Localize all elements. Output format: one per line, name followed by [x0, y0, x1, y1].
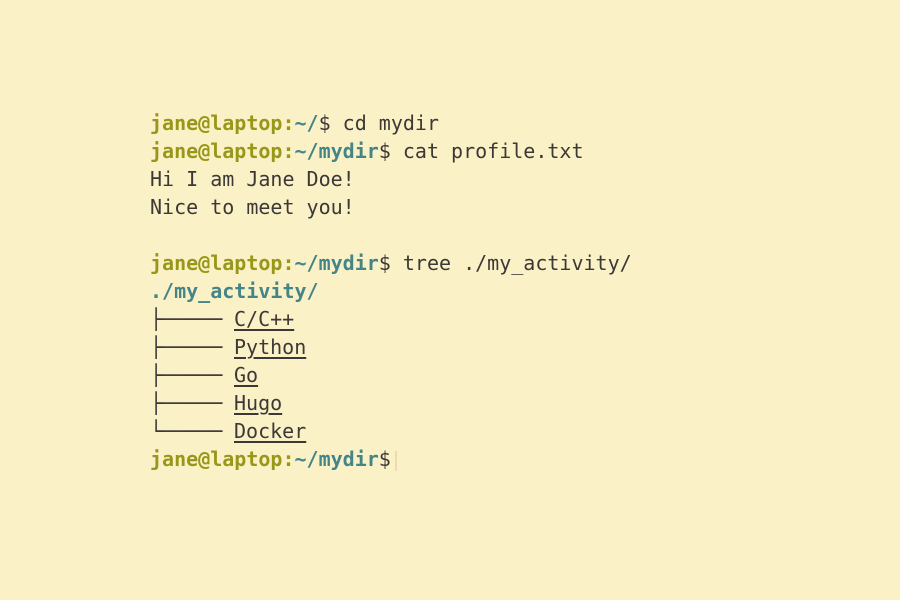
- command-line-cat: jane@laptop:~/mydir$ cat profile.txt: [150, 137, 870, 165]
- tree-root-directory: ./my_activity/: [150, 279, 319, 303]
- tree-branch: ├─────: [150, 391, 223, 415]
- tree-item-link[interactable]: C/C++: [234, 307, 294, 331]
- command-line-tree: jane@laptop:~/mydir$ tree ./my_activity/: [150, 249, 870, 277]
- active-prompt-line[interactable]: jane@laptop:~/mydir$: [150, 445, 870, 473]
- prompt-dollar: $: [318, 111, 331, 135]
- tree-branch: ├─────: [150, 307, 223, 331]
- prompt-path: ~/mydir: [294, 251, 379, 275]
- tree-branch: ├─────: [150, 335, 223, 359]
- tree-item-link[interactable]: Hugo: [234, 391, 282, 415]
- prompt-dollar: $: [378, 139, 391, 163]
- output-line: Nice to meet you!: [150, 195, 355, 219]
- prompt-path: ~/: [294, 111, 319, 135]
- prompt-colon: :: [282, 111, 295, 135]
- tree-item-link[interactable]: Go: [234, 363, 258, 387]
- tree-branch: └─────: [150, 419, 223, 443]
- tree-item-link[interactable]: Python: [234, 335, 306, 359]
- command-line-cd: jane@laptop:~/$ cd mydir: [150, 109, 870, 137]
- text-cursor: [394, 450, 397, 471]
- prompt-user-host: jane@laptop: [150, 447, 283, 471]
- prompt-path: ~/mydir: [294, 139, 379, 163]
- prompt-colon: :: [282, 139, 295, 163]
- command-text: cd mydir: [330, 111, 440, 135]
- tree-branch: ├─────: [150, 363, 223, 387]
- tree-item-link[interactable]: Docker: [234, 419, 306, 443]
- command-text: cat profile.txt: [390, 139, 584, 163]
- command-text: tree ./my_activity/: [390, 251, 632, 275]
- prompt-dollar: $: [378, 447, 391, 471]
- tree-entry: ├───── C/C++: [150, 305, 870, 333]
- prompt-user-host: jane@laptop: [150, 111, 283, 135]
- terminal-window[interactable]: jane@laptop:~/$ cd mydir jane@laptop:~/m…: [150, 109, 870, 473]
- prompt-user-host: jane@laptop: [150, 251, 283, 275]
- prompt-dollar: $: [378, 251, 391, 275]
- tree-entry: ├───── Go: [150, 361, 870, 389]
- tree-entry: ├───── Python: [150, 333, 870, 361]
- prompt-user-host: jane@laptop: [150, 139, 283, 163]
- tree-entry: ├───── Hugo: [150, 389, 870, 417]
- tree-entry: └───── Docker: [150, 417, 870, 445]
- prompt-colon: :: [282, 447, 295, 471]
- prompt-colon: :: [282, 251, 295, 275]
- prompt-path: ~/mydir: [294, 447, 379, 471]
- output-line: Hi I am Jane Doe!: [150, 167, 355, 191]
